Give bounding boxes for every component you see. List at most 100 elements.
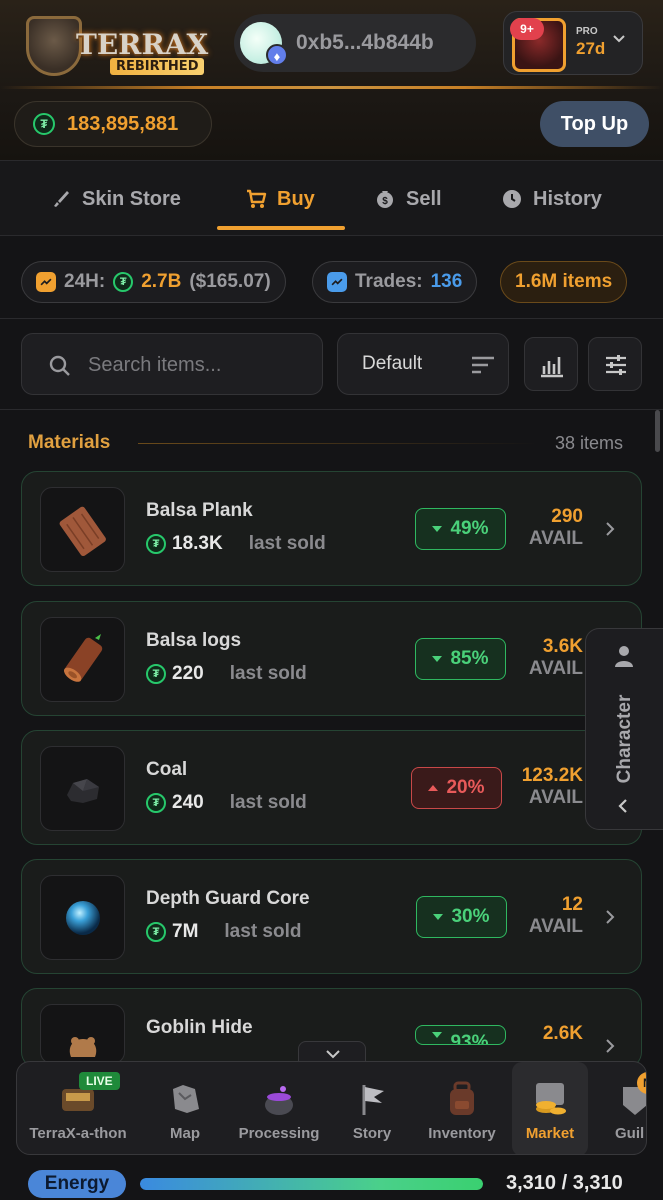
section-title: Materials xyxy=(28,432,111,453)
change-value: 20% xyxy=(446,777,485,798)
chevron-right-icon xyxy=(606,522,615,536)
nav-map[interactable]: Map xyxy=(149,1062,221,1154)
scrollbar[interactable] xyxy=(655,410,660,452)
terrax-coin-icon: ₮ xyxy=(33,113,55,135)
triangle-down-icon xyxy=(432,526,443,532)
sort-value: Default xyxy=(362,353,423,374)
clock-icon xyxy=(503,190,521,208)
chart-view-button[interactable] xyxy=(524,337,578,391)
availability: 123.2K AVAIL xyxy=(522,765,583,809)
price-change-badge: 85% xyxy=(415,638,506,680)
market-item-row[interactable]: Balsa logs ₮ 220 last sold 85% 3.6K AVAI… xyxy=(21,601,642,716)
nav-label: Market xyxy=(525,1125,575,1142)
last-sold-label: last sold xyxy=(229,792,307,813)
nav-story[interactable]: Story xyxy=(337,1062,407,1154)
item-name: Depth Guard Core xyxy=(146,888,310,909)
search-box[interactable] xyxy=(21,333,323,395)
pro-label: PRO xyxy=(576,26,598,37)
triangle-down-icon xyxy=(432,656,443,662)
price-value: 220 xyxy=(172,663,204,684)
item-last-price: ₮ 18.3K last sold xyxy=(146,533,326,555)
energy-bar xyxy=(140,1178,483,1190)
nav-label: Story xyxy=(352,1125,392,1142)
change-value: 49% xyxy=(450,518,489,539)
market-item-row[interactable]: Balsa Plank ₮ 18.3K last sold 49% 290 AV… xyxy=(21,471,642,586)
triangle-down-icon xyxy=(433,914,444,920)
section-divider xyxy=(138,443,538,444)
svg-text:$: $ xyxy=(382,196,388,207)
character-side-panel[interactable]: Character xyxy=(585,628,663,830)
last-sold-label: last sold xyxy=(248,533,326,554)
item-thumbnail xyxy=(40,1004,125,1064)
price-change-badge: 30% xyxy=(416,896,507,938)
filter-button[interactable] xyxy=(588,337,642,391)
top-up-button[interactable]: Top Up xyxy=(540,101,649,147)
app-header: TERRAX REBIRTHED ♦ 0xb5...4b844b 9+ PRO … xyxy=(0,0,663,160)
notification-badge: 9+ xyxy=(510,18,544,40)
nav-market[interactable]: Market xyxy=(512,1062,588,1154)
plank-icon xyxy=(59,506,106,557)
money-bag-icon: $ xyxy=(377,191,393,208)
profile-menu[interactable]: 9+ PRO 27d xyxy=(503,11,643,75)
wallet-button[interactable]: ♦ 0xb5...4b844b xyxy=(234,14,476,72)
price-change-badge: 20% xyxy=(411,767,502,809)
chevron-down-icon xyxy=(613,35,625,43)
terrax-coin-icon: ₮ xyxy=(146,793,166,813)
avail-label: AVAIL xyxy=(528,658,583,679)
change-value: 30% xyxy=(451,906,490,927)
terrax-coin-icon: ₮ xyxy=(146,534,166,554)
token-balance: ₮ 183,895,881 xyxy=(14,101,212,147)
item-name: Balsa logs xyxy=(146,630,242,651)
tab-skin-store[interactable]: Skin Store xyxy=(50,161,181,237)
sort-dropdown[interactable]: Default xyxy=(337,333,509,395)
avail-count: 12 xyxy=(561,894,583,915)
market-item-row[interactable]: Coal ₮ 240 last sold 20% 123.2K AVAIL xyxy=(21,730,642,845)
last-sold-label: last sold xyxy=(229,663,307,684)
energy-value: 3,310 / 3,310 xyxy=(506,1172,623,1194)
volume-usd: ($165.07) xyxy=(189,271,271,292)
items-count-badge: 1.6M items xyxy=(500,261,628,303)
terrax-coin-icon: ₮ xyxy=(146,664,166,684)
logo-title: TERRAX xyxy=(76,28,209,61)
tab-sell[interactable]: $ Sell xyxy=(374,161,442,237)
item-last-price: ₮ 220 last sold xyxy=(146,663,307,685)
nav-label: TerraX-a-thon xyxy=(29,1125,127,1142)
item-thumbnail xyxy=(40,617,125,702)
triangle-down-icon xyxy=(432,1032,443,1038)
item-name: Goblin Hide xyxy=(146,1017,253,1038)
section-count: 38 items xyxy=(555,433,624,453)
orb-icon xyxy=(66,901,100,935)
flag-icon xyxy=(362,1085,384,1115)
energy-label: Energy xyxy=(28,1170,126,1198)
chevron-right-icon xyxy=(606,910,615,924)
avail-count: 123.2K xyxy=(521,765,583,786)
tab-history[interactable]: History xyxy=(501,161,602,237)
avail-count: 2.6K xyxy=(542,1023,583,1044)
ethereum-icon: ♦ xyxy=(266,44,288,66)
live-badge: LIVE xyxy=(79,1072,120,1090)
search-input[interactable] xyxy=(88,349,308,381)
price-change-badge: 93% xyxy=(415,1025,506,1045)
chevron-left-icon xyxy=(618,799,627,813)
price-change-badge: 49% xyxy=(415,508,506,550)
active-tab-indicator xyxy=(217,226,345,230)
terrax-logo[interactable]: TERRAX REBIRTHED xyxy=(22,14,208,78)
nav-terrax-a-thon[interactable]: TerraX-a-thon LIVE xyxy=(17,1062,139,1154)
change-value: 85% xyxy=(450,648,489,669)
avail-count: 3.6K xyxy=(542,636,583,657)
change-value: 93% xyxy=(450,1032,489,1045)
nav-processing[interactable]: Processing xyxy=(231,1062,327,1154)
sort-lines-icon xyxy=(472,356,494,374)
market-item-row[interactable]: Depth Guard Core ₮ 7M last sold 30% 12 A… xyxy=(21,859,642,974)
shield-emblem-icon xyxy=(26,16,82,76)
divider xyxy=(0,409,663,410)
volume-label: 24H: xyxy=(64,271,106,292)
backpack-icon xyxy=(450,1081,474,1115)
nav-inventory[interactable]: Inventory xyxy=(417,1062,507,1154)
wallet-address: 0xb5...4b844b xyxy=(296,31,434,54)
terrax-coin-icon: ₮ xyxy=(146,922,166,942)
nav-label: Inventory xyxy=(428,1125,496,1142)
item-thumbnail xyxy=(40,875,125,960)
price-value: 240 xyxy=(172,792,204,813)
price-value: 7M xyxy=(172,921,199,942)
